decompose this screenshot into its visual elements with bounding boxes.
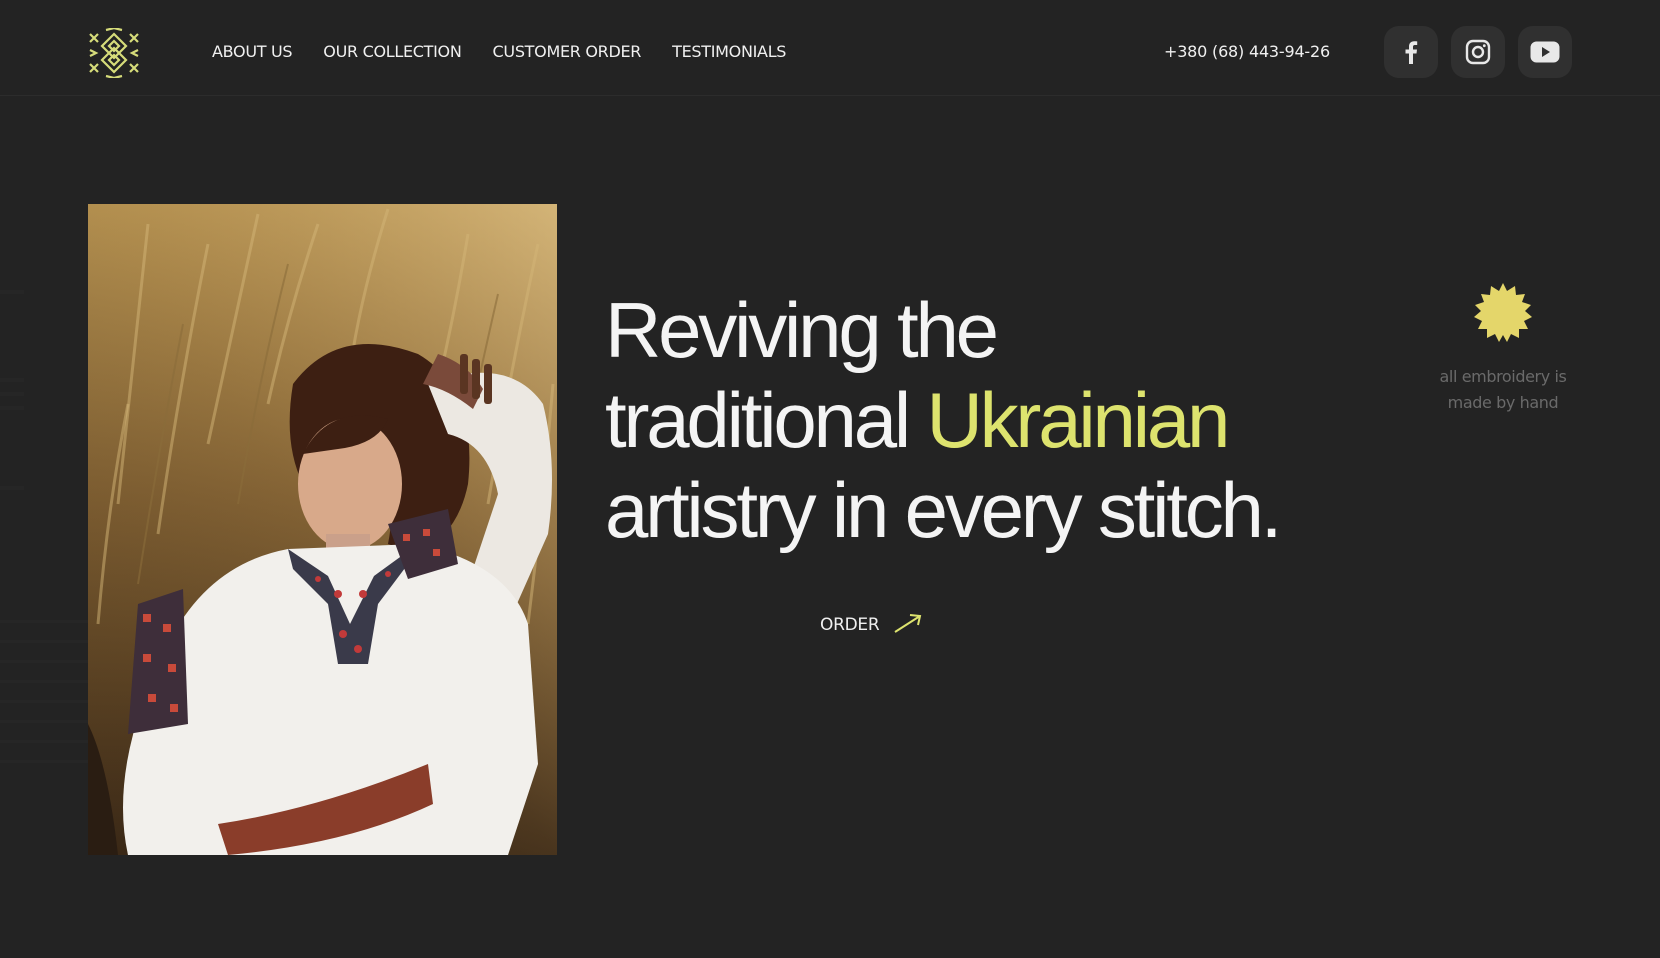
nav-about-us[interactable]: ABOUT US [212,42,293,61]
landing-page: ABOUT US OUR COLLECTION CUSTOMER ORDER T… [0,0,1660,958]
headline-accent-word: Ukrainian [926,376,1231,464]
instagram-icon [1465,39,1491,65]
arrow-up-right-icon [893,612,923,638]
nav-testimonials[interactable]: TESTIMONIALS [672,42,786,61]
headline-line-2-start: traditional [605,376,911,464]
headline-line-1: Reviving the [605,286,999,374]
order-button[interactable]: ORDER [820,612,923,638]
social-links [1384,26,1572,78]
site-header: ABOUT US OUR COLLECTION CUSTOMER ORDER T… [0,0,1660,96]
youtube-button[interactable] [1518,26,1572,78]
facebook-button[interactable] [1384,26,1438,78]
handmade-note: all embroidery is made by hand [1420,364,1586,416]
phone-number[interactable]: +380 (68) 443-94-26 [1164,42,1330,61]
handmade-note-line-1: all embroidery is [1439,367,1567,386]
order-label: ORDER [820,615,880,635]
handmade-note-line-2: made by hand [1447,393,1559,412]
nav-our-collection[interactable]: OUR COLLECTION [323,42,462,61]
instagram-button[interactable] [1451,26,1505,78]
facebook-icon [1404,40,1418,64]
youtube-icon [1530,41,1560,63]
decorative-edge-lines [0,290,88,810]
main-nav: ABOUT US OUR COLLECTION CUSTOMER ORDER T… [212,42,786,61]
headline-line-3: artistry in every stitch. [605,466,1282,554]
nav-customer-order[interactable]: CUSTOMER ORDER [493,42,642,61]
hero-photo-woman-in-vyshyvanka [88,204,557,855]
embroidery-logo-icon[interactable] [86,26,142,80]
hero-headline: Reviving the traditional Ukrainian artis… [605,285,1365,555]
sun-badge-icon [1472,282,1534,344]
